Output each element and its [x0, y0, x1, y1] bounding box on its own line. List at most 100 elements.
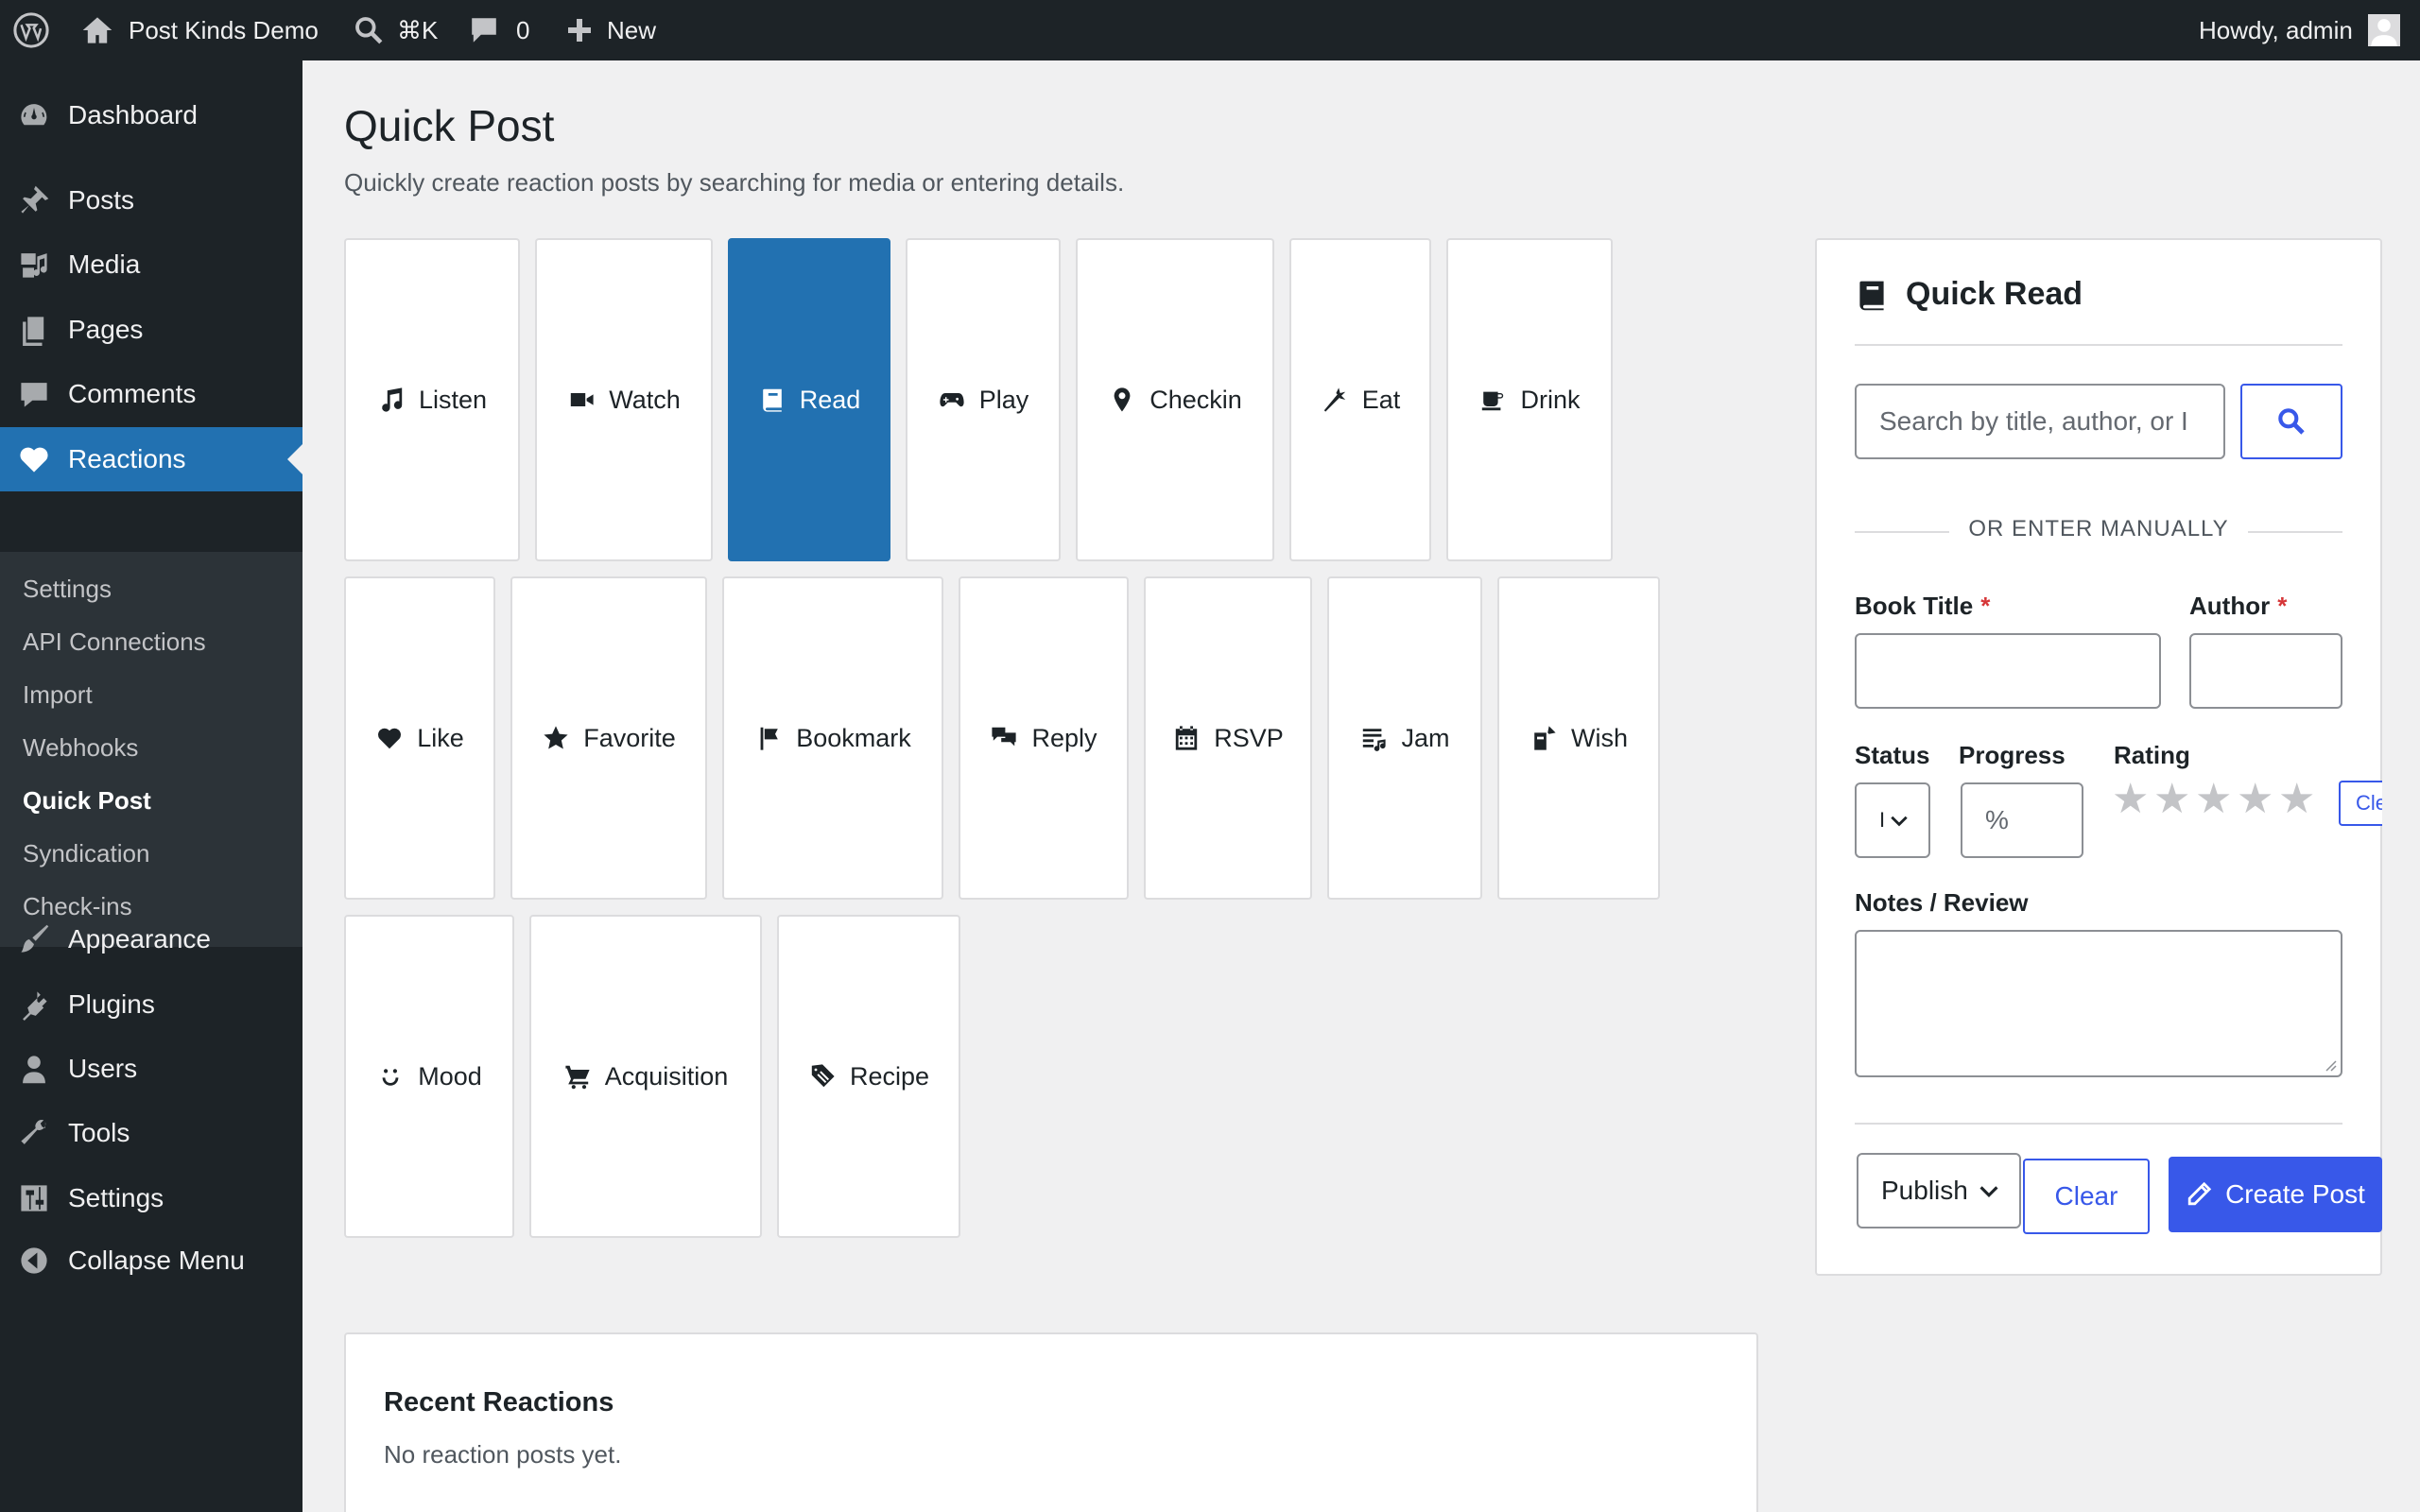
kind-card-checkin[interactable]: Checkin	[1076, 238, 1274, 561]
rating-star-5[interactable]: ★	[2278, 779, 2315, 820]
plugin-icon	[17, 988, 51, 1022]
page-title: Quick Post	[344, 101, 555, 150]
reactions-submenu: Settings API Connections Import Webhooks…	[0, 552, 302, 947]
resize-handle-icon[interactable]	[2322, 1057, 2337, 1072]
collapse-icon	[17, 1244, 51, 1278]
kind-card-play[interactable]: Play	[906, 238, 1061, 561]
kind-card-read[interactable]: Read	[728, 238, 890, 561]
gamepad-icon	[938, 386, 966, 414]
create-post-button[interactable]: Create Post	[2169, 1157, 2382, 1232]
sidebar-item-media[interactable]: Media	[0, 232, 302, 297]
publish-select[interactable]: Publish	[1857, 1153, 2021, 1228]
recent-reactions-title: Recent Reactions	[384, 1387, 614, 1418]
search-icon	[2276, 406, 2307, 437]
sidebar-item-comments[interactable]: Comments	[0, 362, 302, 426]
search-input[interactable]: Search by title, author, or I	[1855, 384, 2225, 459]
submenu-item-syndication[interactable]: Syndication	[23, 839, 149, 868]
kind-card-mood[interactable]: Mood	[344, 915, 514, 1238]
current-menu-arrow	[287, 444, 302, 474]
notes-textarea[interactable]	[1855, 930, 2342, 1077]
kind-label-recipe: Recipe	[849, 1061, 930, 1091]
comment-bubble-icon	[469, 15, 499, 45]
submenu-item-import[interactable]: Import	[23, 680, 93, 710]
rating-clear-button[interactable]: Clear	[2339, 781, 2382, 826]
sidebar-item-appearance[interactable]: Appearance	[0, 907, 302, 971]
plus-icon	[565, 16, 594, 44]
sidebar-item-dashboard[interactable]: Dashboard	[0, 83, 302, 147]
kind-card-watch[interactable]: Watch	[535, 238, 713, 561]
kind-card-bookmark[interactable]: Bookmark	[722, 576, 943, 900]
rating-star-2[interactable]: ★	[2153, 779, 2190, 820]
rating-stars: ★ ★ ★ ★ ★	[2112, 779, 2320, 826]
sidebar-label-tools: Tools	[68, 1118, 130, 1147]
chevron-down-icon	[1889, 810, 1910, 831]
rating-star-4[interactable]: ★	[2237, 779, 2273, 820]
author-field[interactable]	[2189, 633, 2342, 709]
brush-icon	[17, 922, 51, 956]
sidebar-label-collapse: Collapse Menu	[68, 1246, 245, 1275]
kind-label-mood: Mood	[418, 1061, 482, 1091]
site-name: Post Kinds Demo	[129, 15, 319, 44]
submenu-item-api-connections[interactable]: API Connections	[23, 627, 206, 657]
sidebar-item-pages[interactable]: Pages	[0, 298, 302, 362]
submenu-item-webhooks[interactable]: Webhooks	[23, 733, 138, 763]
kind-card-recipe[interactable]: Recipe	[777, 915, 960, 1238]
sidebar-label-settings: Settings	[68, 1183, 164, 1212]
kind-label-listen: Listen	[418, 385, 488, 414]
star-icon	[542, 724, 570, 752]
rating-star-1[interactable]: ★	[2112, 779, 2149, 820]
book-title-field[interactable]	[1855, 633, 2161, 709]
music-note-icon	[377, 386, 406, 414]
sidebar-item-settings[interactable]: Settings	[0, 1166, 302, 1230]
status-select[interactable]: I	[1855, 782, 1930, 858]
wrench-icon	[17, 1116, 51, 1150]
sidebar-item-reactions[interactable]: Reactions	[0, 427, 302, 491]
divider-line-right	[2248, 531, 2342, 533]
avatar	[2367, 14, 2400, 46]
search-button[interactable]	[2240, 384, 2342, 459]
heart-icon	[375, 724, 404, 752]
sidebar-item-users[interactable]: Users	[0, 1037, 302, 1101]
submenu-item-quick-post[interactable]: Quick Post	[23, 786, 151, 816]
kind-card-wish[interactable]: Wish	[1497, 576, 1660, 900]
publish-select-value: Publish	[1881, 1176, 1968, 1205]
wordpress-logo-icon[interactable]	[13, 0, 49, 60]
command-palette-button[interactable]: ⌘K	[354, 0, 438, 60]
kind-card-acquisition[interactable]: Acquisition	[529, 915, 762, 1238]
submenu-item-settings[interactable]: Settings	[23, 575, 112, 604]
kind-card-reply[interactable]: Reply	[959, 576, 1129, 900]
new-label: New	[607, 15, 657, 44]
clear-form-button[interactable]: Clear	[2023, 1159, 2150, 1234]
location-pin-icon	[1108, 386, 1136, 414]
kind-label-reply: Reply	[1031, 723, 1098, 752]
progress-field[interactable]: %	[1961, 782, 2083, 858]
kind-label-acquisition: Acquisition	[604, 1061, 729, 1091]
kind-card-like[interactable]: Like	[344, 576, 495, 900]
kind-card-jam[interactable]: Jam	[1327, 576, 1482, 900]
status-label: Status	[1855, 741, 1930, 769]
kind-label-play: Play	[978, 385, 1029, 414]
comments-link[interactable]: 0	[469, 0, 529, 60]
kind-card-listen[interactable]: Listen	[344, 238, 520, 561]
sidebar-item-tools[interactable]: Tools	[0, 1101, 302, 1165]
rating-label: Rating	[2114, 741, 2190, 769]
site-home-link[interactable]: Post Kinds Demo	[81, 0, 319, 60]
kind-card-favorite[interactable]: Favorite	[510, 576, 707, 900]
notes-label: Notes / Review	[1855, 888, 2029, 917]
sidebar-item-plugins[interactable]: Plugins	[0, 972, 302, 1037]
kind-card-rsvp[interactable]: RSVP	[1144, 576, 1312, 900]
kind-card-eat[interactable]: Eat	[1289, 238, 1431, 561]
actions-divider	[1855, 1123, 2342, 1125]
sidebar-label-pages: Pages	[68, 315, 144, 344]
kind-label-rsvp: RSVP	[1214, 723, 1284, 752]
pencil-icon	[2186, 1181, 2212, 1208]
new-content-button[interactable]: New	[565, 0, 656, 60]
book-icon	[758, 386, 786, 414]
kind-label-favorite: Favorite	[583, 723, 676, 752]
collapse-menu-button[interactable]: Collapse Menu	[0, 1228, 302, 1293]
flag-icon	[754, 724, 783, 752]
rating-star-3[interactable]: ★	[2195, 779, 2232, 820]
kind-card-drink[interactable]: Drink	[1446, 238, 1613, 561]
account-menu[interactable]: Howdy, admin	[2199, 0, 2400, 60]
sidebar-item-posts[interactable]: Posts	[0, 168, 302, 232]
